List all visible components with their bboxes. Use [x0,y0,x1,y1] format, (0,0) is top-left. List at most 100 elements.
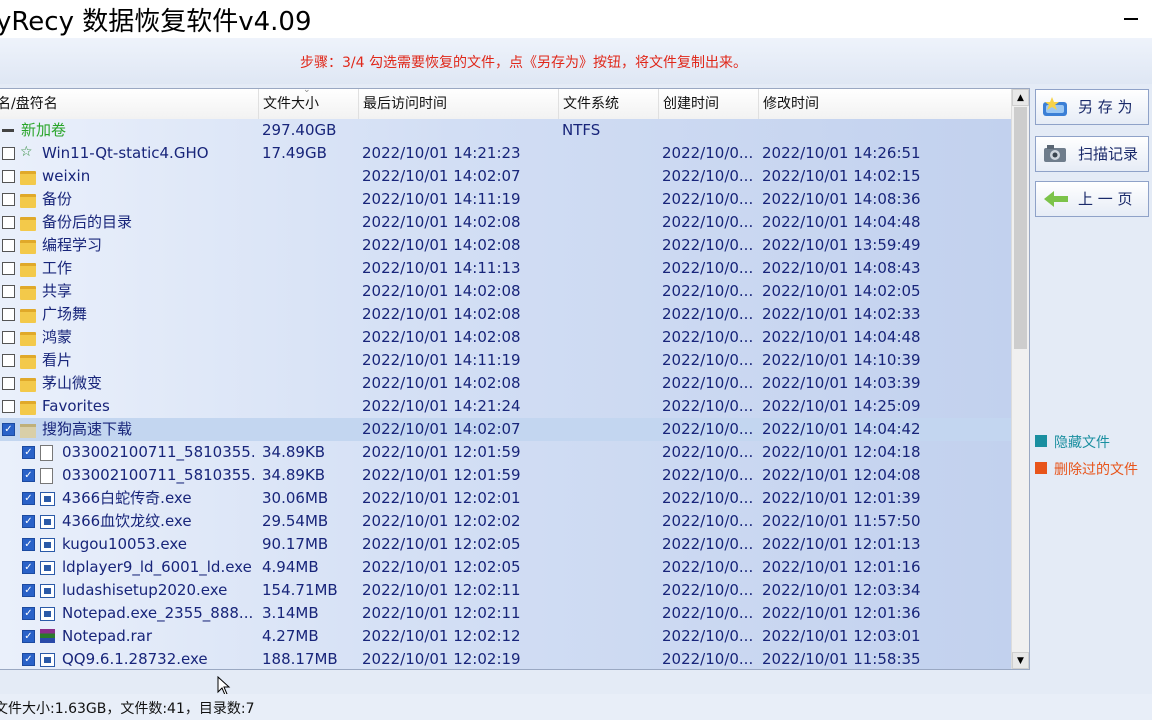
legend-swatch [1035,435,1047,447]
row-access-time: 2022/10/01 12:02:11 [362,581,521,599]
row-modified-time: 2022/10/01 13:59:49 [762,236,921,254]
row-checkbox[interactable]: ✓ [22,584,35,597]
row-checkbox[interactable] [2,193,15,206]
row-checkbox[interactable] [2,147,15,160]
row-access-time: 2022/10/01 14:02:08 [362,328,521,346]
file-row[interactable]: ✓ 4366白蛇传奇.exe 30.06MB 2022/10/01 12:02:01 2… [0,487,1011,510]
title-bar: yRecy 数据恢复软件v4.09 [0,0,1152,38]
row-size [262,188,358,211]
row-checkbox[interactable]: ✓ [22,653,35,666]
col-header-created[interactable]: 创建时间 [659,89,759,119]
legend-swatch [1035,462,1047,474]
list-item[interactable]: 新加卷 297.40GB NTFS [0,119,1011,142]
row-created-time: 2022/10/0... [662,282,754,300]
row-checkbox[interactable]: ✓ [22,469,35,482]
list-item[interactable]: 鸿蒙 2022/10/01 14:02:08 2022/10/0... 2022/10… [0,326,1011,349]
col-header-access-time[interactable]: 最后访问时间 [359,89,559,119]
row-checkbox[interactable] [2,354,15,367]
row-created-time: 2022/10/0... [662,328,754,346]
vertical-scrollbar[interactable]: ▲ ▼ [1011,89,1029,669]
save-as-button[interactable]: 另 存 为 [1035,89,1149,125]
row-name: 备份 [42,190,73,208]
back-arrow-icon [1044,191,1068,207]
list-item[interactable]: 看片 2022/10/01 14:11:19 2022/10/0... 2022/10… [0,349,1011,372]
row-checkbox[interactable] [2,262,15,275]
list-rows: 新加卷 297.40GB NTFS ☆ Win11-Qt-static4.GHO 17.4… [0,119,1011,669]
list-item[interactable]: 备份后的目录 2022/10/01 14:02:08 2022/10/0... 202… [0,211,1011,234]
folder-icon [20,355,36,369]
row-name: ldplayer9_ld_6001_ld.exe [62,558,252,576]
folder-icon [20,217,36,231]
file-row[interactable]: ✓ kugou10053.exe 90.17MB 2022/10/01 12:02:0… [0,533,1011,556]
row-filesystem [562,234,658,257]
list-item[interactable]: 共享 2022/10/01 14:02:08 2022/10/0... 2022/10… [0,280,1011,303]
collapse-icon[interactable] [2,129,14,132]
row-checkbox[interactable] [2,331,15,344]
row-checkbox[interactable]: ✓ [22,561,35,574]
row-modified-time: 2022/10/01 12:04:08 [762,466,921,484]
prev-page-button[interactable]: 上 一 页 [1035,181,1149,217]
row-created-time: 2022/10/0... [662,144,754,162]
row-checkbox[interactable] [2,216,15,229]
row-checkbox[interactable] [2,400,15,413]
file-row[interactable]: ✓ Notepad.rar 4.27MB 2022/10/01 12:02:12 202… [0,625,1011,648]
col-header-filesystem[interactable]: 文件系统 [559,89,659,119]
row-created-time: 2022/10/0... [662,650,754,668]
list-item[interactable]: 编程学习 2022/10/01 14:02:08 2022/10/0... 2022/… [0,234,1011,257]
row-checkbox[interactable] [2,239,15,252]
row-checkbox[interactable]: ✓ [22,492,35,505]
col-header-name[interactable]: 名/盘符名 [0,89,259,119]
row-access-time: 2022/10/01 14:11:19 [362,351,521,369]
file-row[interactable]: ✓ 4366血饮龙纹.exe 29.54MB 2022/10/01 12:02:02 2… [0,510,1011,533]
folder-icon [20,309,36,323]
row-modified-time: 2022/10/01 12:03:01 [762,627,921,645]
row-access-time: 2022/10/01 12:02:19 [362,650,521,668]
list-item[interactable]: 茅山微变 2022/10/01 14:02:08 2022/10/0... 2022/… [0,372,1011,395]
row-checkbox[interactable] [2,308,15,321]
row-checkbox[interactable]: ✓ [22,538,35,551]
file-row[interactable]: ✓ QQ9.6.1.28732.exe 188.17MB 2022/10/01 12:… [0,648,1011,669]
list-item[interactable]: weixin 2022/10/01 14:02:07 2022/10/0... 202… [0,165,1011,188]
list-item[interactable]: Favorites 2022/10/01 14:21:24 2022/10/0...… [0,395,1011,418]
row-size: 4.27MB [262,627,319,645]
row-filesystem [562,418,658,441]
col-header-modified[interactable]: 修改时间 [759,89,1011,119]
row-created-time: 2022/10/0... [662,489,754,507]
file-row[interactable]: ✓ ldplayer9_ld_6001_ld.exe 4.94MB 2022/10/0… [0,556,1011,579]
scan-log-button[interactable]: 扫描记录 [1035,136,1149,172]
row-checkbox[interactable] [2,285,15,298]
scroll-down-arrow-icon[interactable]: ▼ [1012,652,1029,669]
row-access-time: 2022/10/01 14:02:08 [362,305,521,323]
row-checkbox[interactable]: ✓ [22,607,35,620]
exe-icon [40,515,55,529]
row-checkbox[interactable]: ✓ [22,630,35,643]
row-checkbox[interactable]: ✓ [2,423,15,436]
minimize-button[interactable] [1124,18,1138,20]
row-name: 鸿蒙 [42,328,73,346]
scroll-thumb[interactable] [1014,107,1027,349]
row-name: 搜狗高速下载 [42,420,133,438]
row-access-time: 2022/10/01 12:02:02 [362,512,521,530]
file-row[interactable]: ✓ ludashisetup2020.exe 154.71MB 2022/10/01 … [0,579,1011,602]
row-name: kugou10053.exe [62,535,188,553]
row-modified-time: 2022/10/01 14:04:42 [762,420,921,438]
list-item[interactable]: 广场舞 2022/10/01 14:02:08 2022/10/0... 2022/1… [0,303,1011,326]
row-checkbox[interactable]: ✓ [22,515,35,528]
row-filesystem [562,142,658,165]
file-row[interactable]: ✓ 033002100711_5810355... 34.89KB 2022/10/0… [0,441,1011,464]
row-name: 4366血饮龙纹.exe [62,512,192,530]
list-item[interactable]: 备份 2022/10/01 14:11:19 2022/10/0... 2022/10… [0,188,1011,211]
row-name: Favorites [42,397,110,415]
row-modified-time: 2022/10/01 14:26:51 [762,144,921,162]
file-row[interactable]: ✓ Notepad.exe_2355_888... 3.14MB 2022/10/01… [0,602,1011,625]
row-checkbox[interactable] [2,377,15,390]
file-row[interactable]: ✓ 033002100711_5810355... 34.89KB 2022/10/0… [0,464,1011,487]
row-checkbox[interactable] [2,170,15,183]
list-item[interactable]: ☆ Win11-Qt-static4.GHO 17.49GB 2022/10/01 1… [0,142,1011,165]
folder-icon [20,286,36,300]
file-list[interactable]: 名/盘符名 文件大小 ⌄ 最后访问时间 文件系统 创建时间 修改时间 新加卷 29… [0,88,1030,670]
list-item[interactable]: 工作 2022/10/01 14:11:13 2022/10/0... 2022/10… [0,257,1011,280]
list-item[interactable]: ✓ 搜狗高速下载 2022/10/01 14:02:07 2022/10/0... 20… [0,418,1011,441]
row-checkbox[interactable]: ✓ [22,446,35,459]
scroll-up-arrow-icon[interactable]: ▲ [1012,89,1029,106]
